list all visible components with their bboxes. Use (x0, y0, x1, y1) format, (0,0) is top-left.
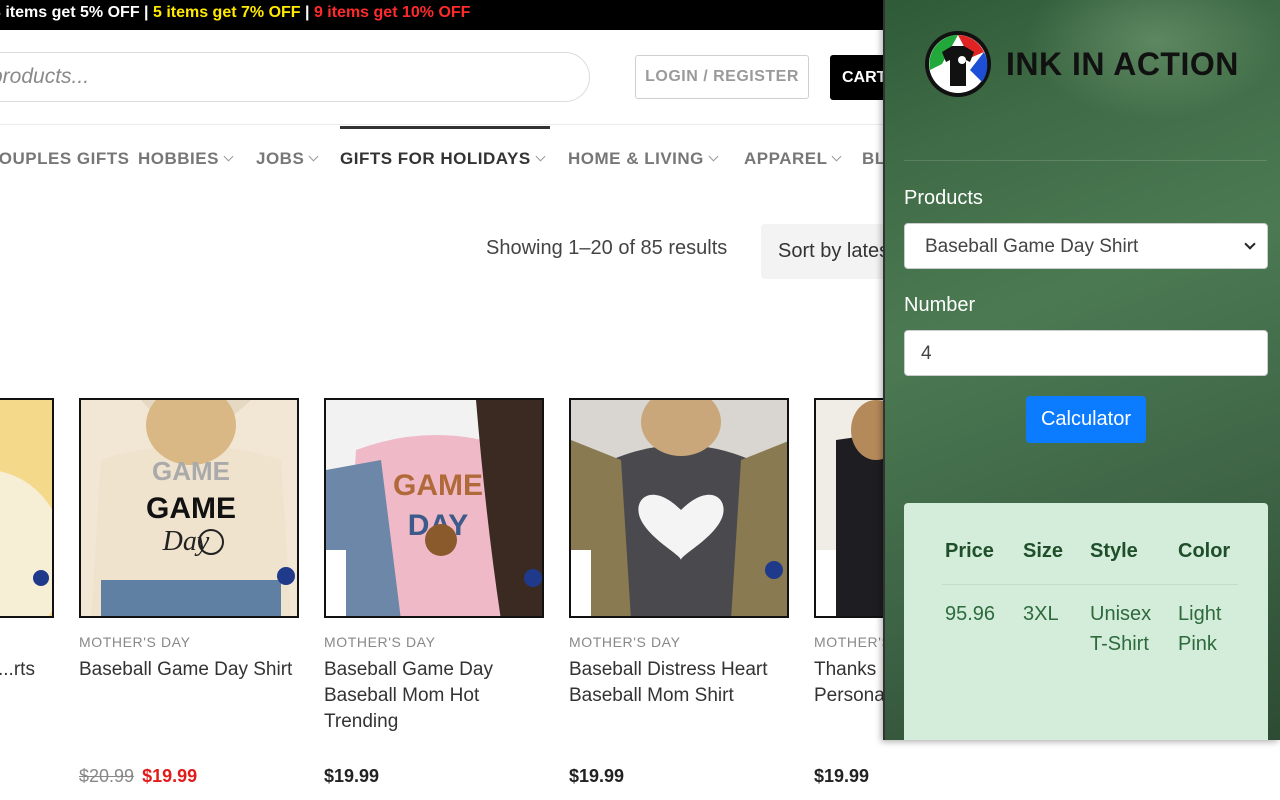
table-divider (942, 584, 1238, 585)
calculator-panel: INK IN ACTION Products Baseball Game Day… (883, 0, 1280, 740)
svg-text:GAME: GAME (146, 492, 236, 525)
cell-style: Unisex T-Shirt (1090, 603, 1152, 655)
cell-size: 3XL (1023, 603, 1059, 625)
results-count: Showing 1–20 of 85 results (486, 237, 728, 259)
promo-tier-1: 3 items get 5% OFF (0, 4, 140, 21)
nav-item-hobbies[interactable]: HOBBIES (138, 126, 234, 190)
sort-select[interactable]: Sort by latest (761, 224, 901, 279)
svg-text:GAME: GAME (393, 469, 483, 502)
product-price: $19.99 (569, 766, 625, 786)
svg-text:GAME: GAME (152, 456, 230, 486)
product-price: $19.99 (814, 766, 870, 786)
nav-item-gifts-for-holidays[interactable]: GIFTS FOR HOLIDAYS (340, 126, 550, 190)
cell-color: Light Pink (1178, 603, 1222, 655)
product-category[interactable]: MOTHER'S DAY (79, 634, 191, 650)
product-photo: GAME GAME Day (81, 400, 297, 616)
nav-item-label: HOME & LIVING (568, 149, 704, 168)
number-input[interactable]: 4 (904, 330, 1268, 376)
chevron-down-icon (535, 151, 546, 162)
search-input[interactable] (0, 65, 551, 89)
nav-item-apparel[interactable]: APPAREL (744, 126, 842, 190)
product-title[interactable]: Baseball Distress Heart Baseball Mom Shi… (569, 657, 789, 709)
product-image[interactable] (0, 398, 54, 618)
nav-item-label: APPAREL (744, 149, 828, 168)
product-title[interactable]: Baseball Game Day Baseball Mom Hot Trend… (324, 657, 544, 735)
promo-tier-3: 9 items get 10% OFF (313, 4, 471, 21)
chevron-down-icon (832, 151, 842, 162)
product-image[interactable]: GAME GAME Day (79, 398, 299, 618)
product-price: $19.99 (324, 766, 380, 786)
cell-price: 95.96 (945, 603, 996, 625)
nav-item-jobs[interactable]: JOBS (256, 126, 319, 190)
chevron-down-icon (223, 151, 234, 162)
chevron-down-icon (708, 151, 719, 162)
shirt-logo-icon (925, 31, 991, 97)
chevron-down-icon (308, 151, 319, 162)
nav-item-home-living[interactable]: HOME & LIVING (568, 126, 719, 190)
nav-item-couples-gifts[interactable]: COUPLES GIFTS (0, 126, 129, 190)
svg-text:Day: Day (162, 526, 210, 557)
header-color: Color (1178, 540, 1231, 562)
calculator-button[interactable]: Calculator (1026, 396, 1146, 443)
product-price: $20.99 $19.99 (79, 766, 197, 787)
header-size: Size (1023, 540, 1064, 562)
nav-item-label: HOBBIES (138, 149, 219, 168)
promo-separator: | (300, 4, 314, 21)
product-photo (0, 400, 52, 616)
header-price: Price (945, 540, 994, 562)
result-table: Price Size Style Color 95.96 3XL Unisex … (904, 503, 1268, 740)
promo-separator: | (139, 4, 153, 21)
product-title[interactable]: Baseball Game Day Shirt (79, 657, 299, 683)
brand-logo: INK IN ACTION (922, 30, 1258, 100)
product-photo: GAME DAY (326, 400, 542, 616)
sale-price: $19.99 (142, 766, 198, 786)
number-label: Number (904, 294, 976, 316)
header-divider (0, 124, 900, 125)
promo-tier-2: 5 items get 7% OFF (152, 4, 301, 21)
chevron-down-icon (1244, 238, 1256, 250)
header-style: Style (1090, 540, 1138, 562)
page: 3 items get 5% OFF | 5 items get 7% OFF … (0, 0, 1280, 800)
product-select-value: Baseball Game Day Shirt (925, 236, 1139, 257)
product-image[interactable]: GAME DAY (324, 398, 544, 618)
brand-name: INK IN ACTION (1006, 46, 1239, 82)
panel-divider (904, 160, 1267, 161)
nav-item-label: GIFTS FOR HOLIDAYS (340, 149, 531, 168)
search-bar[interactable] (0, 52, 590, 102)
product-category[interactable]: MOTHER'S DAY (569, 634, 681, 650)
product-image[interactable] (569, 398, 789, 618)
product-select[interactable]: Baseball Game Day Shirt (904, 223, 1268, 269)
product-category[interactable]: MOTHER'S DAY (324, 634, 436, 650)
products-label: Products (904, 187, 983, 209)
old-price: $20.99 (79, 766, 135, 786)
login-register-button[interactable]: LOGIN / REGISTER (635, 55, 809, 99)
nav-item-label: JOBS (256, 149, 305, 168)
product-photo (571, 400, 787, 616)
nav-item-label: COUPLES GIFTS (0, 149, 130, 168)
